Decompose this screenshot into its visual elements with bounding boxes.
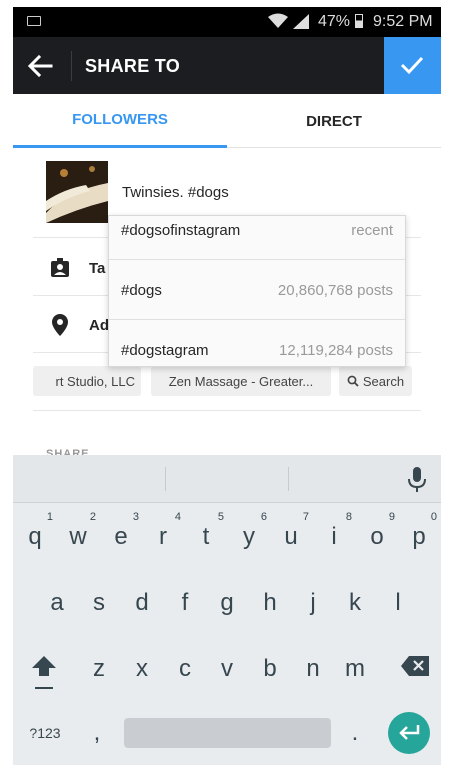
hashtag-suggestion[interactable]: #dogs 20,860,768 posts <box>109 259 405 319</box>
shift-icon[interactable] <box>31 654 57 678</box>
search-icon <box>347 375 359 387</box>
key-u[interactable]: 7u <box>271 511 311 551</box>
key-r[interactable]: 4r <box>143 511 183 551</box>
enter-arrow-icon <box>399 725 420 740</box>
strip-divider <box>165 467 166 491</box>
key-s[interactable]: s <box>79 589 119 617</box>
hashtag-suggestion[interactable]: #dogstagram 12,119,284 posts <box>109 319 405 366</box>
page-title: SHARE TO <box>85 56 181 76</box>
keyboard-suggestion-strip <box>13 455 441 503</box>
soft-keyboard: 1q 2w 3e 4r 5t 6y 7u 8i 9o 0p a s d f g … <box>13 455 441 765</box>
key-o[interactable]: 9o <box>357 511 397 551</box>
share-tabs: FOLLOWERS DIRECT <box>13 94 441 148</box>
tab-direct[interactable]: DIRECT <box>227 94 441 148</box>
key-a[interactable]: a <box>37 589 77 617</box>
battery-icon <box>355 14 363 28</box>
battery-percent: 47% <box>318 13 351 30</box>
caption-text[interactable]: Twinsies. #dogs <box>122 184 229 201</box>
key-h[interactable]: h <box>250 589 290 617</box>
key-w[interactable]: 2w <box>58 511 98 551</box>
wifi-icon <box>268 13 288 28</box>
enter-button[interactable] <box>388 712 430 754</box>
hashtag-suggestions-popup: #dogsofinstagram recent #dogs 20,860,768… <box>108 215 406 367</box>
back-arrow-icon[interactable] <box>25 51 55 81</box>
key-f[interactable]: f <box>165 589 205 617</box>
signal-icon <box>293 14 309 29</box>
key-g[interactable]: g <box>207 589 247 617</box>
tag-people-icon <box>51 258 69 277</box>
hashtag-text: #dogstagram <box>121 342 209 359</box>
backspace-icon[interactable] <box>401 656 429 676</box>
dog-photo-image <box>46 161 108 223</box>
key-c[interactable]: c <box>165 655 205 683</box>
location-chip[interactable]: Zen Massage - Greater... <box>151 366 331 396</box>
tab-followers[interactable]: FOLLOWERS <box>13 94 227 148</box>
period-key[interactable]: . <box>335 719 375 747</box>
location-search-chip[interactable]: Search <box>339 366 412 396</box>
status-bar: 47% 9:52 PM <box>13 7 441 37</box>
key-m[interactable]: m <box>335 655 375 683</box>
hashtag-meta: 12,119,284 posts <box>279 342 393 359</box>
hashtag-meta: recent <box>351 222 393 239</box>
key-x[interactable]: x <box>122 655 162 683</box>
microphone-icon[interactable] <box>408 467 426 493</box>
location-pin-icon <box>52 314 68 336</box>
key-t[interactable]: 5t <box>186 511 226 551</box>
keyboard-indicator-icon <box>27 16 41 26</box>
location-suggestions: rt Studio, LLC Zen Massage - Greater... … <box>33 366 421 398</box>
hashtag-meta: 20,860,768 posts <box>277 282 393 299</box>
symbols-key[interactable]: ?123 <box>17 725 73 741</box>
checkmark-icon <box>400 56 424 75</box>
key-d[interactable]: d <box>122 589 162 617</box>
key-y[interactable]: 6y <box>229 511 269 551</box>
spacebar[interactable] <box>124 718 331 748</box>
app-header: SHARE TO <box>13 37 441 94</box>
shift-caps-indicator <box>35 687 53 689</box>
tag-people-label[interactable]: Ta <box>89 260 105 277</box>
key-q[interactable]: 1q <box>15 511 55 551</box>
key-b[interactable]: b <box>250 655 290 683</box>
key-k[interactable]: k <box>335 589 375 617</box>
key-n[interactable]: n <box>293 655 333 683</box>
hashtag-text: #dogsofinstagram <box>121 222 241 239</box>
post-thumbnail <box>46 161 108 223</box>
strip-divider <box>288 467 289 491</box>
header-divider <box>71 51 72 81</box>
divider <box>33 410 421 411</box>
key-l[interactable]: l <box>378 589 418 617</box>
key-p[interactable]: 0p <box>399 511 439 551</box>
key-i[interactable]: 8i <box>314 511 354 551</box>
add-location-label[interactable]: Ad <box>89 317 109 334</box>
clock: 9:52 PM <box>373 13 433 30</box>
key-z[interactable]: z <box>79 655 119 683</box>
hashtag-text: #dogs <box>121 282 162 299</box>
key-j[interactable]: j <box>293 589 333 617</box>
confirm-button[interactable] <box>384 37 441 94</box>
key-v[interactable]: v <box>207 655 247 683</box>
location-search-label: Search <box>362 373 405 389</box>
comma-key[interactable]: , <box>77 719 117 747</box>
key-e[interactable]: 3e <box>101 511 141 551</box>
location-chip[interactable]: rt Studio, LLC <box>33 366 141 396</box>
